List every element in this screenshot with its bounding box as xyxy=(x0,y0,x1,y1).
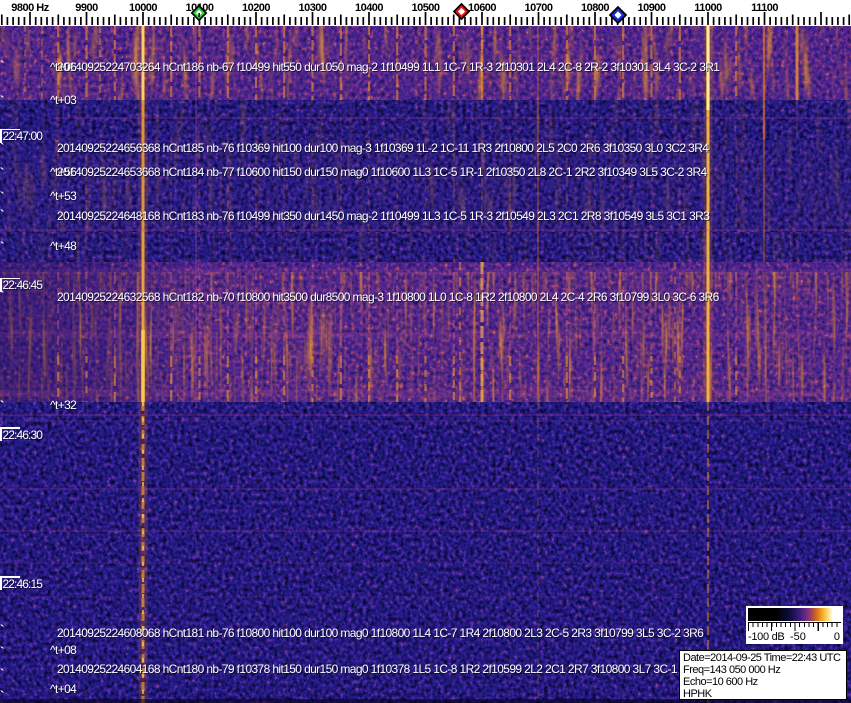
svg-text:10900: 10900 xyxy=(637,2,665,14)
svg-text:10800: 10800 xyxy=(581,2,609,14)
svg-text:10600: 10600 xyxy=(468,2,496,14)
svg-text:10200: 10200 xyxy=(242,2,270,14)
svg-text:11000: 11000 xyxy=(694,2,722,14)
svg-text:10500: 10500 xyxy=(411,2,439,14)
svg-text:10400: 10400 xyxy=(355,2,383,14)
svg-text:11100: 11100 xyxy=(751,2,778,14)
svg-text:9900: 9900 xyxy=(75,2,98,14)
svg-text:10300: 10300 xyxy=(298,2,326,14)
svg-text:10000: 10000 xyxy=(129,2,157,14)
svg-text:10700: 10700 xyxy=(524,2,552,14)
svg-text:9800 Hz: 9800 Hz xyxy=(11,2,49,14)
